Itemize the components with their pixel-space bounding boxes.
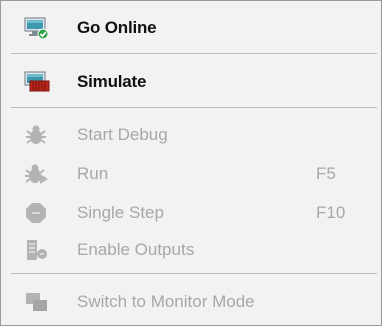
go-online-label: Go Online — [77, 18, 157, 37]
run-icon — [24, 162, 50, 186]
simulate-icon — [24, 70, 50, 94]
single-step-shortcut: F10 — [316, 203, 346, 222]
menu-item-run[interactable]: Run F5 — [2, 155, 380, 193]
context-menu: Go Online Simulate Start Debug Run F5 Si… — [0, 0, 382, 326]
menu-separator — [11, 273, 377, 274]
bug-icon — [24, 123, 50, 147]
run-label: Run — [77, 164, 109, 183]
go-online-icon — [24, 16, 50, 40]
menu-separator — [11, 107, 377, 108]
single-step-icon — [24, 201, 50, 225]
enable-outputs-label: Enable Outputs — [77, 240, 195, 259]
run-shortcut: F5 — [316, 164, 336, 183]
menu-item-enable-outputs[interactable]: Enable Outputs — [2, 231, 380, 269]
monitor-mode-icon — [24, 290, 50, 314]
enable-outputs-icon — [24, 238, 50, 262]
single-step-label: Single Step — [77, 203, 164, 222]
simulate-label: Simulate — [77, 72, 147, 91]
menu-item-start-debug[interactable]: Start Debug — [2, 116, 380, 154]
menu-item-single-step[interactable]: Single Step F10 — [2, 194, 380, 232]
start-debug-label: Start Debug — [77, 125, 168, 144]
menu-item-switch-to-monitor-mode[interactable]: Switch to Monitor Mode — [2, 283, 380, 321]
menu-item-simulate[interactable]: Simulate — [2, 63, 380, 101]
switch-to-monitor-mode-label: Switch to Monitor Mode — [77, 292, 255, 311]
menu-item-go-online[interactable]: Go Online — [2, 9, 380, 47]
menu-separator — [11, 53, 377, 54]
